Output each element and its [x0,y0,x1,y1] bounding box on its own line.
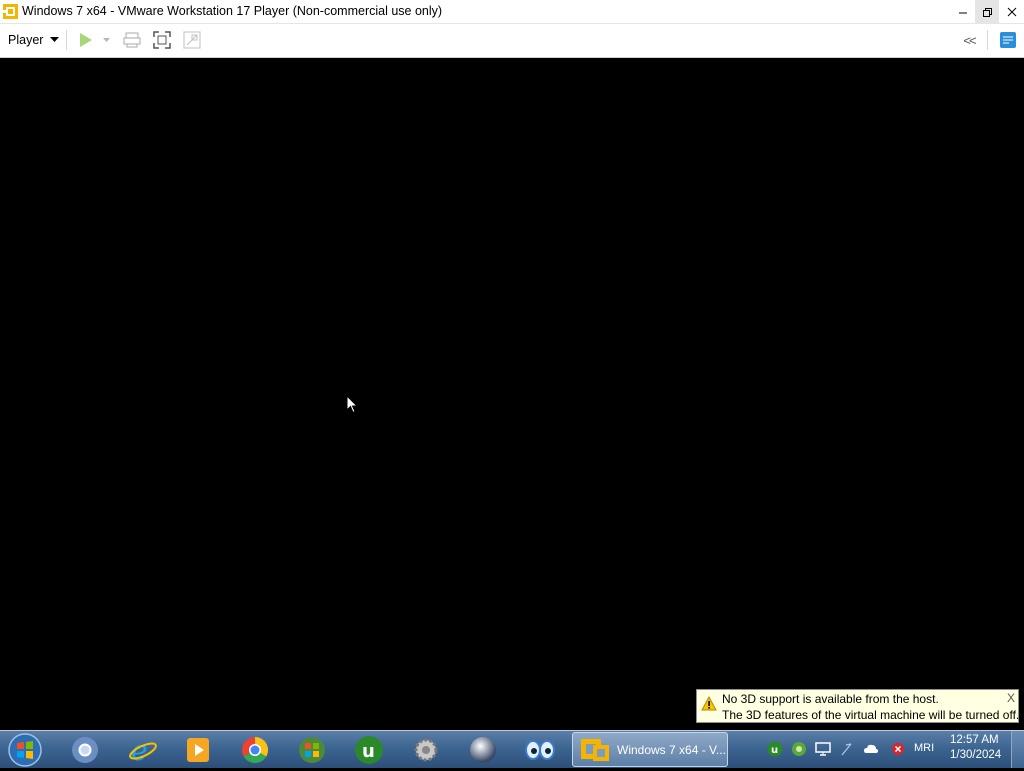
minimize-button[interactable] [951,0,975,23]
vmware-icon [581,737,611,766]
collapse-icon[interactable]: << [958,29,980,51]
close-icon [1007,7,1017,16]
chevron-down-icon [50,37,60,42]
internet-explorer-icon[interactable]: e [116,733,168,767]
chrome-icon[interactable] [229,733,281,767]
utorrent-icon[interactable]: u [343,733,395,767]
play-icon[interactable] [75,29,97,51]
warning-icon [701,695,717,714]
eyes-icon[interactable] [514,733,566,767]
error-tray-icon[interactable] [890,741,906,757]
start-orb-icon[interactable] [7,732,43,768]
clock-time[interactable]: 12:57 AM [950,734,999,746]
windows-update-icon[interactable] [286,733,338,767]
svg-text:u: u [362,741,375,762]
vm-display[interactable] [0,58,1024,730]
taskbar: e u Windows 7 x64 - V... u MRI 12:57 AM … [0,730,1024,768]
sphere-icon[interactable] [457,733,509,767]
notification-balloon[interactable]: No 3D support is available from the host… [696,689,1019,723]
network-tray-icon[interactable] [791,741,807,757]
mouse-cursor-icon [346,394,359,417]
unity-icon[interactable] [181,29,203,51]
signal-tray-icon[interactable] [839,741,855,757]
minimize-icon [959,12,967,13]
show-desktop-button[interactable] [1011,731,1024,768]
notes-icon[interactable] [997,29,1019,51]
clock-date[interactable]: 1/30/2024 [950,749,1001,761]
toolbar-separator [987,30,988,50]
media-player-icon[interactable] [172,733,224,767]
cloud-tray-icon[interactable] [863,741,879,757]
vmware-icon [3,4,18,19]
send-ctrl-alt-del-icon[interactable] [121,29,143,51]
notification-message: The 3D features of the virtual machine w… [722,708,1020,722]
fullscreen-icon[interactable] [151,29,173,51]
utorrent-tray-icon[interactable]: u [767,741,783,757]
settings-gear-icon[interactable] [400,733,452,767]
player-menu-button[interactable]: Player [4,28,63,52]
language-indicator[interactable]: MRI [914,742,934,754]
display-tray-icon[interactable] [815,741,831,757]
window-title: Windows 7 x64 - VMware Workstation 17 Pl… [22,4,443,18]
svg-text:u: u [771,745,778,756]
toolbar-separator [66,30,67,50]
notification-close-button[interactable]: X [1007,691,1015,705]
player-menu-label: Player [8,33,44,47]
close-button[interactable] [1000,0,1024,23]
taskbar-item-label: Windows 7 x64 - V... [617,743,726,757]
restore-icon [983,7,992,17]
play-dropdown-icon[interactable] [97,29,115,51]
title-bar[interactable]: Windows 7 x64 - VMware Workstation 17 Pl… [0,0,1024,24]
notification-title: No 3D support is available from the host… [722,692,939,706]
restore-button[interactable] [975,0,999,23]
toolbar: Player << [0,24,1024,58]
taskbar-item-vmware[interactable]: Windows 7 x64 - V... [572,732,728,767]
chromium-icon[interactable] [59,733,111,767]
